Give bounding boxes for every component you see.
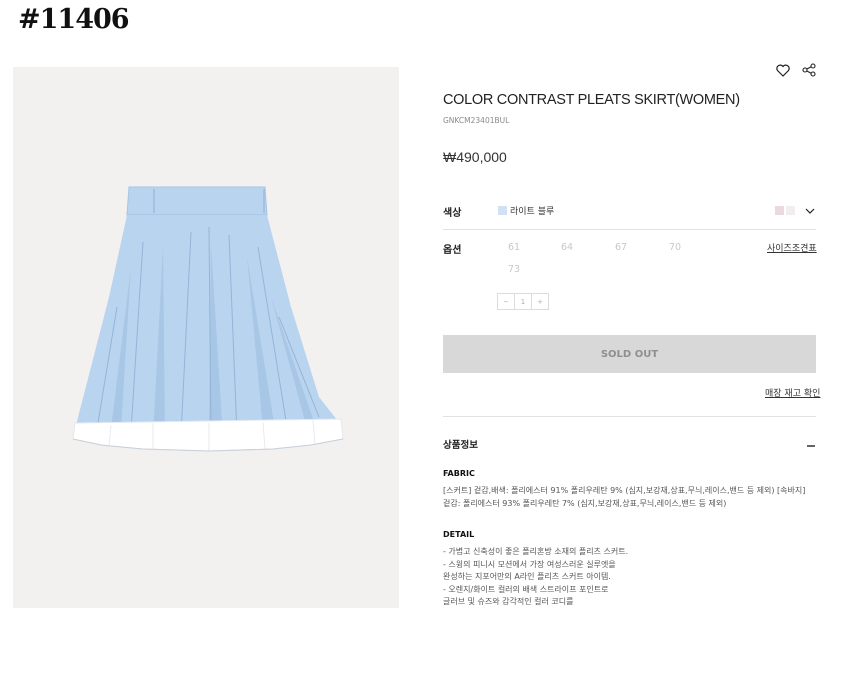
size-option[interactable]: 64 [561,242,573,253]
overlay-id-label: #11406 [18,4,130,35]
size-option[interactable]: 67 [615,242,627,253]
quantity-plus-button[interactable]: + [531,293,549,310]
quantity-minus-button[interactable]: − [497,293,515,310]
detail-line: - 스윙의 피니시 모션에서 가장 여성스러운 실루엣을 [443,559,616,569]
share-icon[interactable] [801,62,817,78]
divider [443,416,816,417]
color-swatches [775,206,795,215]
color-swatch-2[interactable] [786,206,795,215]
color-label: 색상 [443,208,462,219]
wishlist-heart-icon[interactable] [775,62,791,78]
divider [443,229,816,230]
size-guide-link[interactable]: 사이즈조견표 [767,241,817,254]
product-info-title: 상품정보 [443,440,478,451]
size-option[interactable]: 61 [508,242,520,253]
detail-line: - 오렌지/화이트 컬러의 배색 스트라이프 포인트로 [443,584,609,594]
selected-color-name: 라이트 블루 [510,207,555,217]
color-swatch-1[interactable] [775,206,784,215]
detail-heading: DETAIL [443,530,475,539]
selected-color-chip [498,206,507,215]
fabric-line: 겉감: 폴리에스터 93% 폴리우레탄 7% (심지,보강재,상표,무늬,레이스… [443,498,727,508]
sold-out-button[interactable]: SOLD OUT [443,335,816,373]
product-title: COLOR CONTRAST PLEATS SKIRT(WOMEN) [443,92,740,108]
quantity-stepper: − 1 + [497,293,549,310]
product-image [13,67,399,608]
skirt-illustration [72,186,344,452]
quantity-value[interactable]: 1 [514,293,532,310]
product-price: ₩490,000 [443,149,507,165]
fabric-line: [스커트] 겉감,배색: 폴리에스터 91% 폴리우레탄 9% (심지,보강재,… [443,486,806,495]
detail-line: 글러브 및 슈즈와 감각적인 컬러 코디를 [443,597,574,606]
size-option[interactable]: 70 [669,242,681,253]
product-code: GNKCM23401BUL [443,116,510,125]
collapse-minus-icon[interactable] [806,436,816,447]
chevron-down-icon[interactable] [803,203,817,217]
size-option[interactable]: 73 [508,264,520,275]
detail-line: 완성하는 지포어만의 A라인 플리츠 스커트 아이템. [443,572,611,581]
fabric-text: [스커트] 겉감,배색: 폴리에스터 91% 폴리우레탄 9% (심지,보강재,… [443,485,823,510]
store-stock-link[interactable]: 매장 재고 확인 [765,386,820,399]
detail-text: - 가볍고 신축성이 좋은 폴리혼방 소재의 플리츠 스커트. - 스윙의 피니… [443,546,823,609]
fabric-heading: FABRIC [443,469,475,478]
product-actions [775,62,817,78]
option-label: 옵션 [443,245,462,256]
detail-line: - 가볍고 신축성이 좋은 폴리혼방 소재의 플리츠 스커트. [443,547,629,556]
